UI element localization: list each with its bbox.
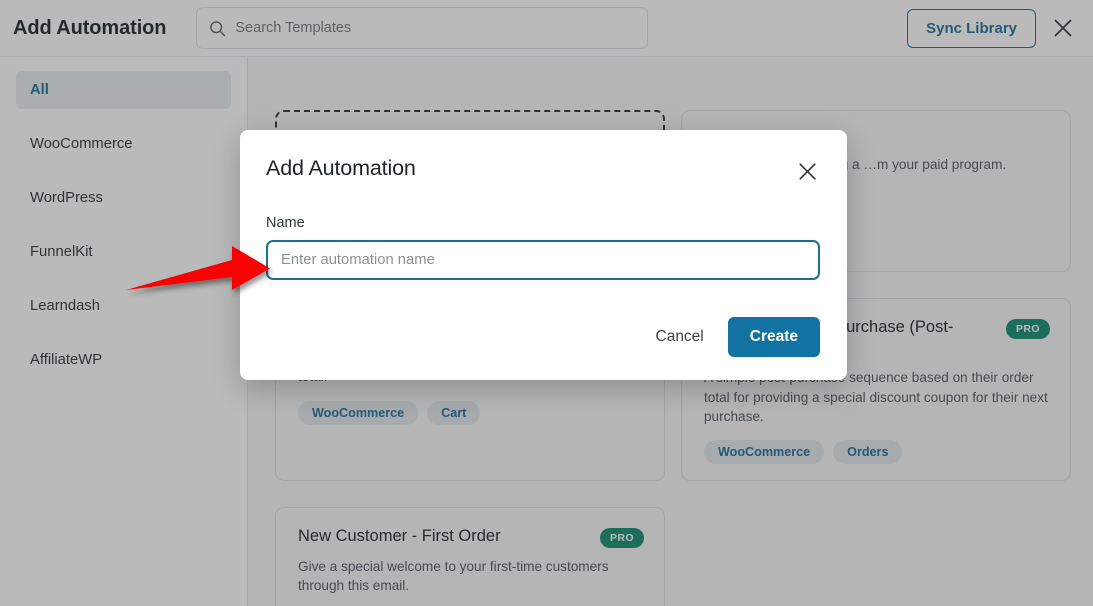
create-button[interactable]: Create xyxy=(727,317,820,357)
add-automation-dialog: Add Automation Name Cancel Create xyxy=(240,130,847,380)
app-root: Add Automation Sync Library xyxy=(0,0,1093,606)
cancel-button[interactable]: Cancel xyxy=(654,322,706,352)
dialog-header: Add Automation xyxy=(266,156,820,184)
name-field-label: Name xyxy=(266,215,305,231)
dialog-title: Add Automation xyxy=(266,156,416,180)
close-icon[interactable] xyxy=(794,158,820,184)
dialog-actions: Cancel Create xyxy=(266,317,820,380)
name-input[interactable] xyxy=(266,240,820,280)
